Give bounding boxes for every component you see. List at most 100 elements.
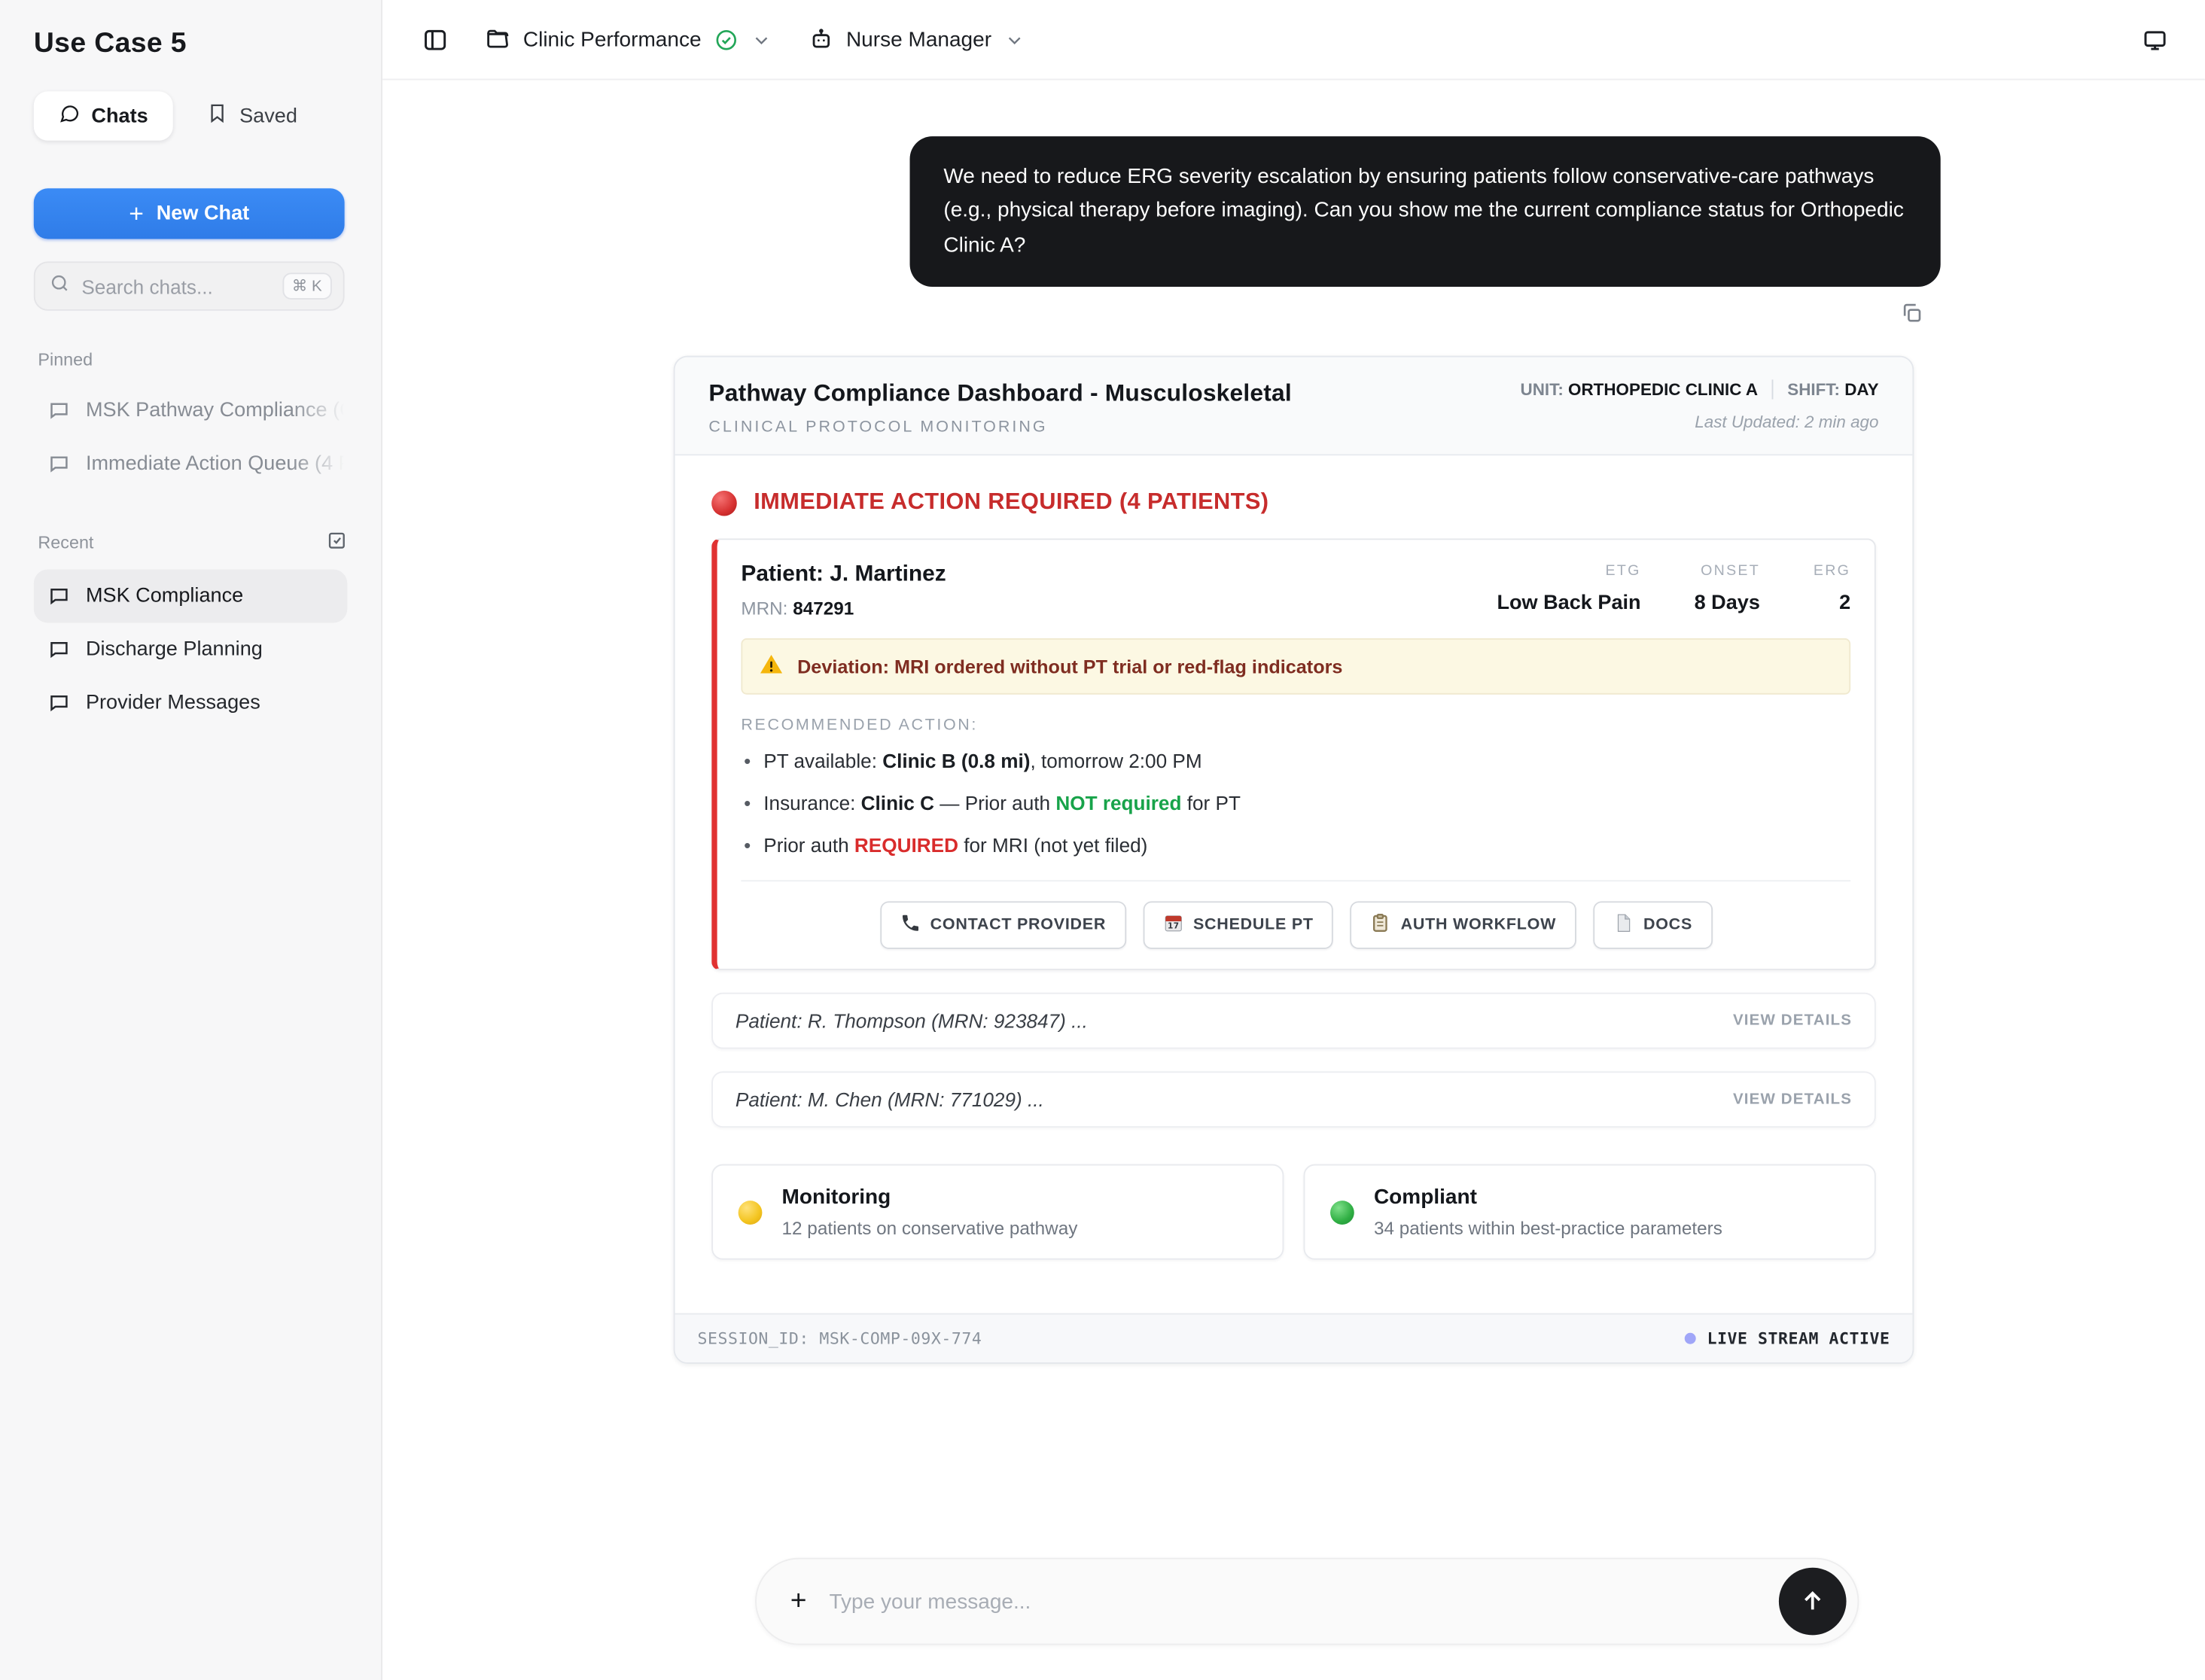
patient-name: Patient: J. Martinez [741,562,946,587]
patient-actions: CONTACT PROVIDER 17 SCHEDULE PT AUTH WOR… [737,902,1855,950]
project-name: Clinic Performance [522,27,702,52]
sidebar-item-label: Discharge Planning [85,638,263,661]
project-switcher[interactable]: Clinic Performance [485,26,772,52]
schedule-pt-button[interactable]: 17 SCHEDULE PT [1142,902,1333,950]
status-desc: 34 patients within best-practice paramet… [1373,1218,1722,1240]
tab-saved-label: Saved [239,105,297,128]
immediate-action-heading: IMMEDIATE ACTION REQUIRED (4 PATIENTS) [711,490,1893,516]
contact-provider-button[interactable]: CONTACT PROVIDER [879,902,1126,950]
copy-icon[interactable] [1900,301,1924,325]
tab-chats[interactable]: Chats [33,91,174,141]
pathway-compliance-dashboard-card: Pathway Compliance Dashboard - Musculosk… [673,356,1914,1365]
sidebar-tabs: Chats Saved [33,91,348,141]
warning-icon [760,653,784,680]
sidebar-item-discharge-planning[interactable]: Discharge Planning [34,622,348,676]
dashboard-footer: SESSION_ID: MSK-COMP-09X-774 LIVE STREAM… [675,1313,1913,1363]
agent-switcher[interactable]: Nurse Manager [809,26,1025,52]
compliant-status-card: Compliant 34 patients within best-practi… [1303,1164,1876,1261]
status-title: Monitoring [781,1185,891,1210]
topbar: Clinic Performance Nurse Manager [382,0,2205,81]
live-dot [1684,1333,1696,1345]
sidebar-item-msk-compliance[interactable]: MSK Compliance [33,569,348,623]
recommended-action-list: PT available: Clinic B (0.8 mi), tomorro… [741,747,1850,860]
stat-erg: ERG 2 [1813,562,1851,615]
app-window: Use Case 5 Chats Saved + New Chat Search… [0,0,2205,1680]
chat-scroll-area[interactable]: We need to reduce ERG severity escalatio… [382,80,2205,1680]
monitoring-status-card: Monitoring 12 patients on conservative p… [711,1164,1284,1261]
yellow-status-dot [738,1200,763,1225]
patient-card-martinez: Patient: J. Martinez MRN: 847291 ETG Low… [711,538,1876,971]
tab-saved[interactable]: Saved [182,91,323,140]
sidebar-item-label: Immediate Action Queue (4 Pa [85,452,348,476]
patient-summary: Patient: R. Thompson (MRN: 923847) ... [735,1009,1088,1033]
recommendation-prior-auth: Prior auth REQUIRED for MRI (not yet fil… [741,830,1850,861]
sidebar-item-label: Provider Messages [85,692,260,714]
status-summary-row: Monitoring 12 patients on conservative p… [711,1164,1876,1261]
select-chats-icon[interactable] [326,530,347,555]
recommended-action-label: RECOMMENDED ACTION: [741,717,979,735]
shift-value: DAY [1844,379,1879,400]
docs-button[interactable]: DOCS [1592,902,1713,950]
patient-row-thompson[interactable]: Patient: R. Thompson (MRN: 923847) ... V… [711,993,1876,1050]
sidebar-toggle-icon[interactable] [422,26,448,53]
sidebar-item-label: MSK Compliance [85,585,244,607]
patient-summary: Patient: M. Chen (MRN: 771029) ... [735,1088,1044,1112]
session-id: SESSION_ID: MSK-COMP-09X-774 [697,1328,982,1350]
stat-etg: ETG Low Back Pain [1497,562,1641,615]
patient-stats: ETG Low Back Pain ONSET 8 Days ERG 2 [1497,563,1850,615]
recommendation-pt-available: PT available: Clinic B (0.8 mi), tomorro… [741,747,1850,778]
sidebar-item-msk-pathway-compliance[interactable]: MSK Pathway Compliance (Cli [34,384,348,437]
svg-text:17: 17 [1167,922,1179,931]
send-button[interactable] [1778,1567,1847,1636]
agent-name: Nurse Manager [845,27,992,52]
status-desc: 12 patients on conservative pathway [781,1218,1078,1240]
new-chat-button[interactable]: + New Chat [33,188,345,239]
chat-bubble-icon [59,102,80,129]
sidebar: Use Case 5 Chats Saved + New Chat Search… [0,0,383,1680]
monitor-icon[interactable] [2142,26,2168,53]
attach-plus-icon[interactable]: + [790,1587,807,1615]
recent-section-label: Recent [38,530,347,555]
search-input[interactable] [81,275,271,298]
chat-bubble-icon [50,456,68,473]
arrow-up-icon [1805,1591,1821,1610]
patient-mrn: MRN: 847291 [741,598,854,619]
message-input[interactable] [829,1589,1757,1614]
chat-bubble-icon [50,642,68,659]
recommendation-insurance: Insurance: Clinic C — Prior auth NOT req… [741,789,1850,820]
chevron-down-icon [1004,29,1025,50]
sidebar-item-label: MSK Pathway Compliance (Cli [85,399,348,422]
sidebar-item-provider-messages[interactable]: Provider Messages [34,676,348,729]
dashboard-title: Pathway Compliance Dashboard - Musculosk… [708,379,1292,407]
search-chats-box: ⌘ K [33,261,345,311]
stat-onset: ONSET 8 Days [1694,562,1760,615]
tab-chats-label: Chats [91,105,148,128]
pinned-section-label: Pinned [38,350,93,370]
view-details-link[interactable]: VIEW DETAILS [1733,1013,1852,1030]
chat-bubble-icon [50,403,68,419]
divider [741,881,1851,882]
auth-workflow-button[interactable]: AUTH WORKFLOW [1350,902,1576,950]
status-title: Compliant [1373,1185,1477,1210]
unit-value: ORTHOPEDIC CLINIC A [1568,379,1759,400]
view-details-link[interactable]: VIEW DETAILS [1733,1091,1852,1108]
bookmark-icon [207,102,228,129]
new-chat-label: New Chat [156,202,250,225]
dashboard-subtitle: CLINICAL PROTOCOL MONITORING [708,419,1048,437]
message-composer: + [755,1557,1859,1645]
green-status-dot [1330,1200,1354,1225]
unit-shift-meta: UNIT: ORTHOPEDIC CLINIC A SHIFT: DAY [1520,379,1879,400]
search-icon [49,272,70,300]
sidebar-item-immediate-action-queue[interactable]: Immediate Action Queue (4 Pa [34,437,348,491]
check-circle-icon [714,27,738,51]
live-stream-status: LIVE STREAM ACTIVE [1684,1329,1890,1349]
patient-row-chen[interactable]: Patient: M. Chen (MRN: 771029) ... VIEW … [711,1072,1876,1128]
folder-icon [485,26,510,52]
dashboard-header: Pathway Compliance Dashboard - Musculosk… [675,358,1913,456]
calendar-icon: 17 [1162,913,1183,939]
phone-icon [900,913,921,939]
main-area: Clinic Performance Nurse Manager We need… [382,0,2205,1680]
chat-bubble-icon [50,695,68,712]
chevron-down-icon [751,29,772,50]
deviation-warning: Deviation: MRI ordered without PT trial … [741,638,1851,695]
